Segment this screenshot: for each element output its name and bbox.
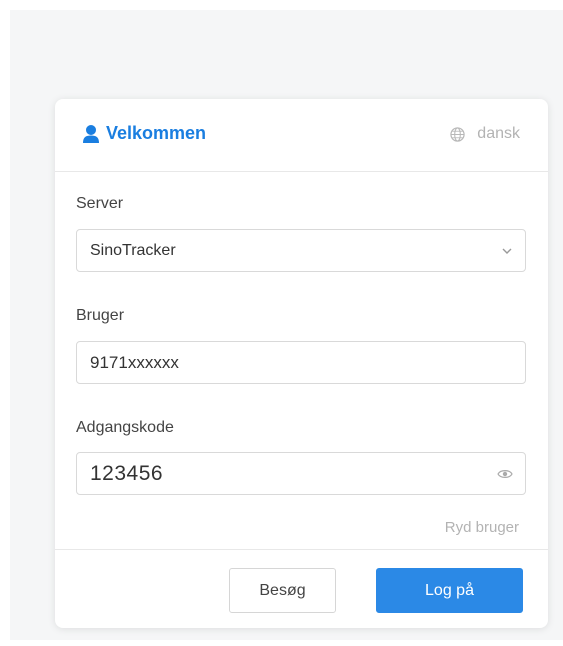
visit-button[interactable]: Besøg	[229, 568, 336, 613]
eye-icon[interactable]	[497, 468, 513, 480]
welcome-title: Velkommen	[82, 123, 206, 144]
language-label: dansk	[477, 125, 520, 142]
card-header: Velkommen dansk	[55, 99, 548, 172]
password-input[interactable]: 123456	[76, 452, 526, 495]
globe-icon	[450, 126, 465, 142]
server-select[interactable]: SinoTracker	[76, 229, 526, 272]
card-footer: Besøg Log på	[55, 549, 548, 628]
password-label: Adgangskode	[76, 419, 174, 436]
chevron-down-icon	[502, 248, 512, 254]
password-value: 123456	[90, 462, 164, 485]
user-label: Bruger	[76, 307, 125, 324]
user-input[interactable]: 9171xxxxxx	[76, 341, 526, 384]
user-value: 9171xxxxxx	[90, 353, 179, 372]
login-button[interactable]: Log på	[376, 568, 523, 613]
server-label: Server	[76, 195, 124, 212]
clear-user-link[interactable]: Ryd bruger	[445, 519, 519, 536]
language-selector[interactable]: dansk	[450, 125, 520, 143]
user-icon	[83, 124, 99, 143]
server-value: SinoTracker	[90, 242, 176, 259]
welcome-title-text: Velkommen	[106, 123, 207, 143]
login-card: Velkommen dansk Server SinoTracker Bruge…	[55, 99, 548, 628]
